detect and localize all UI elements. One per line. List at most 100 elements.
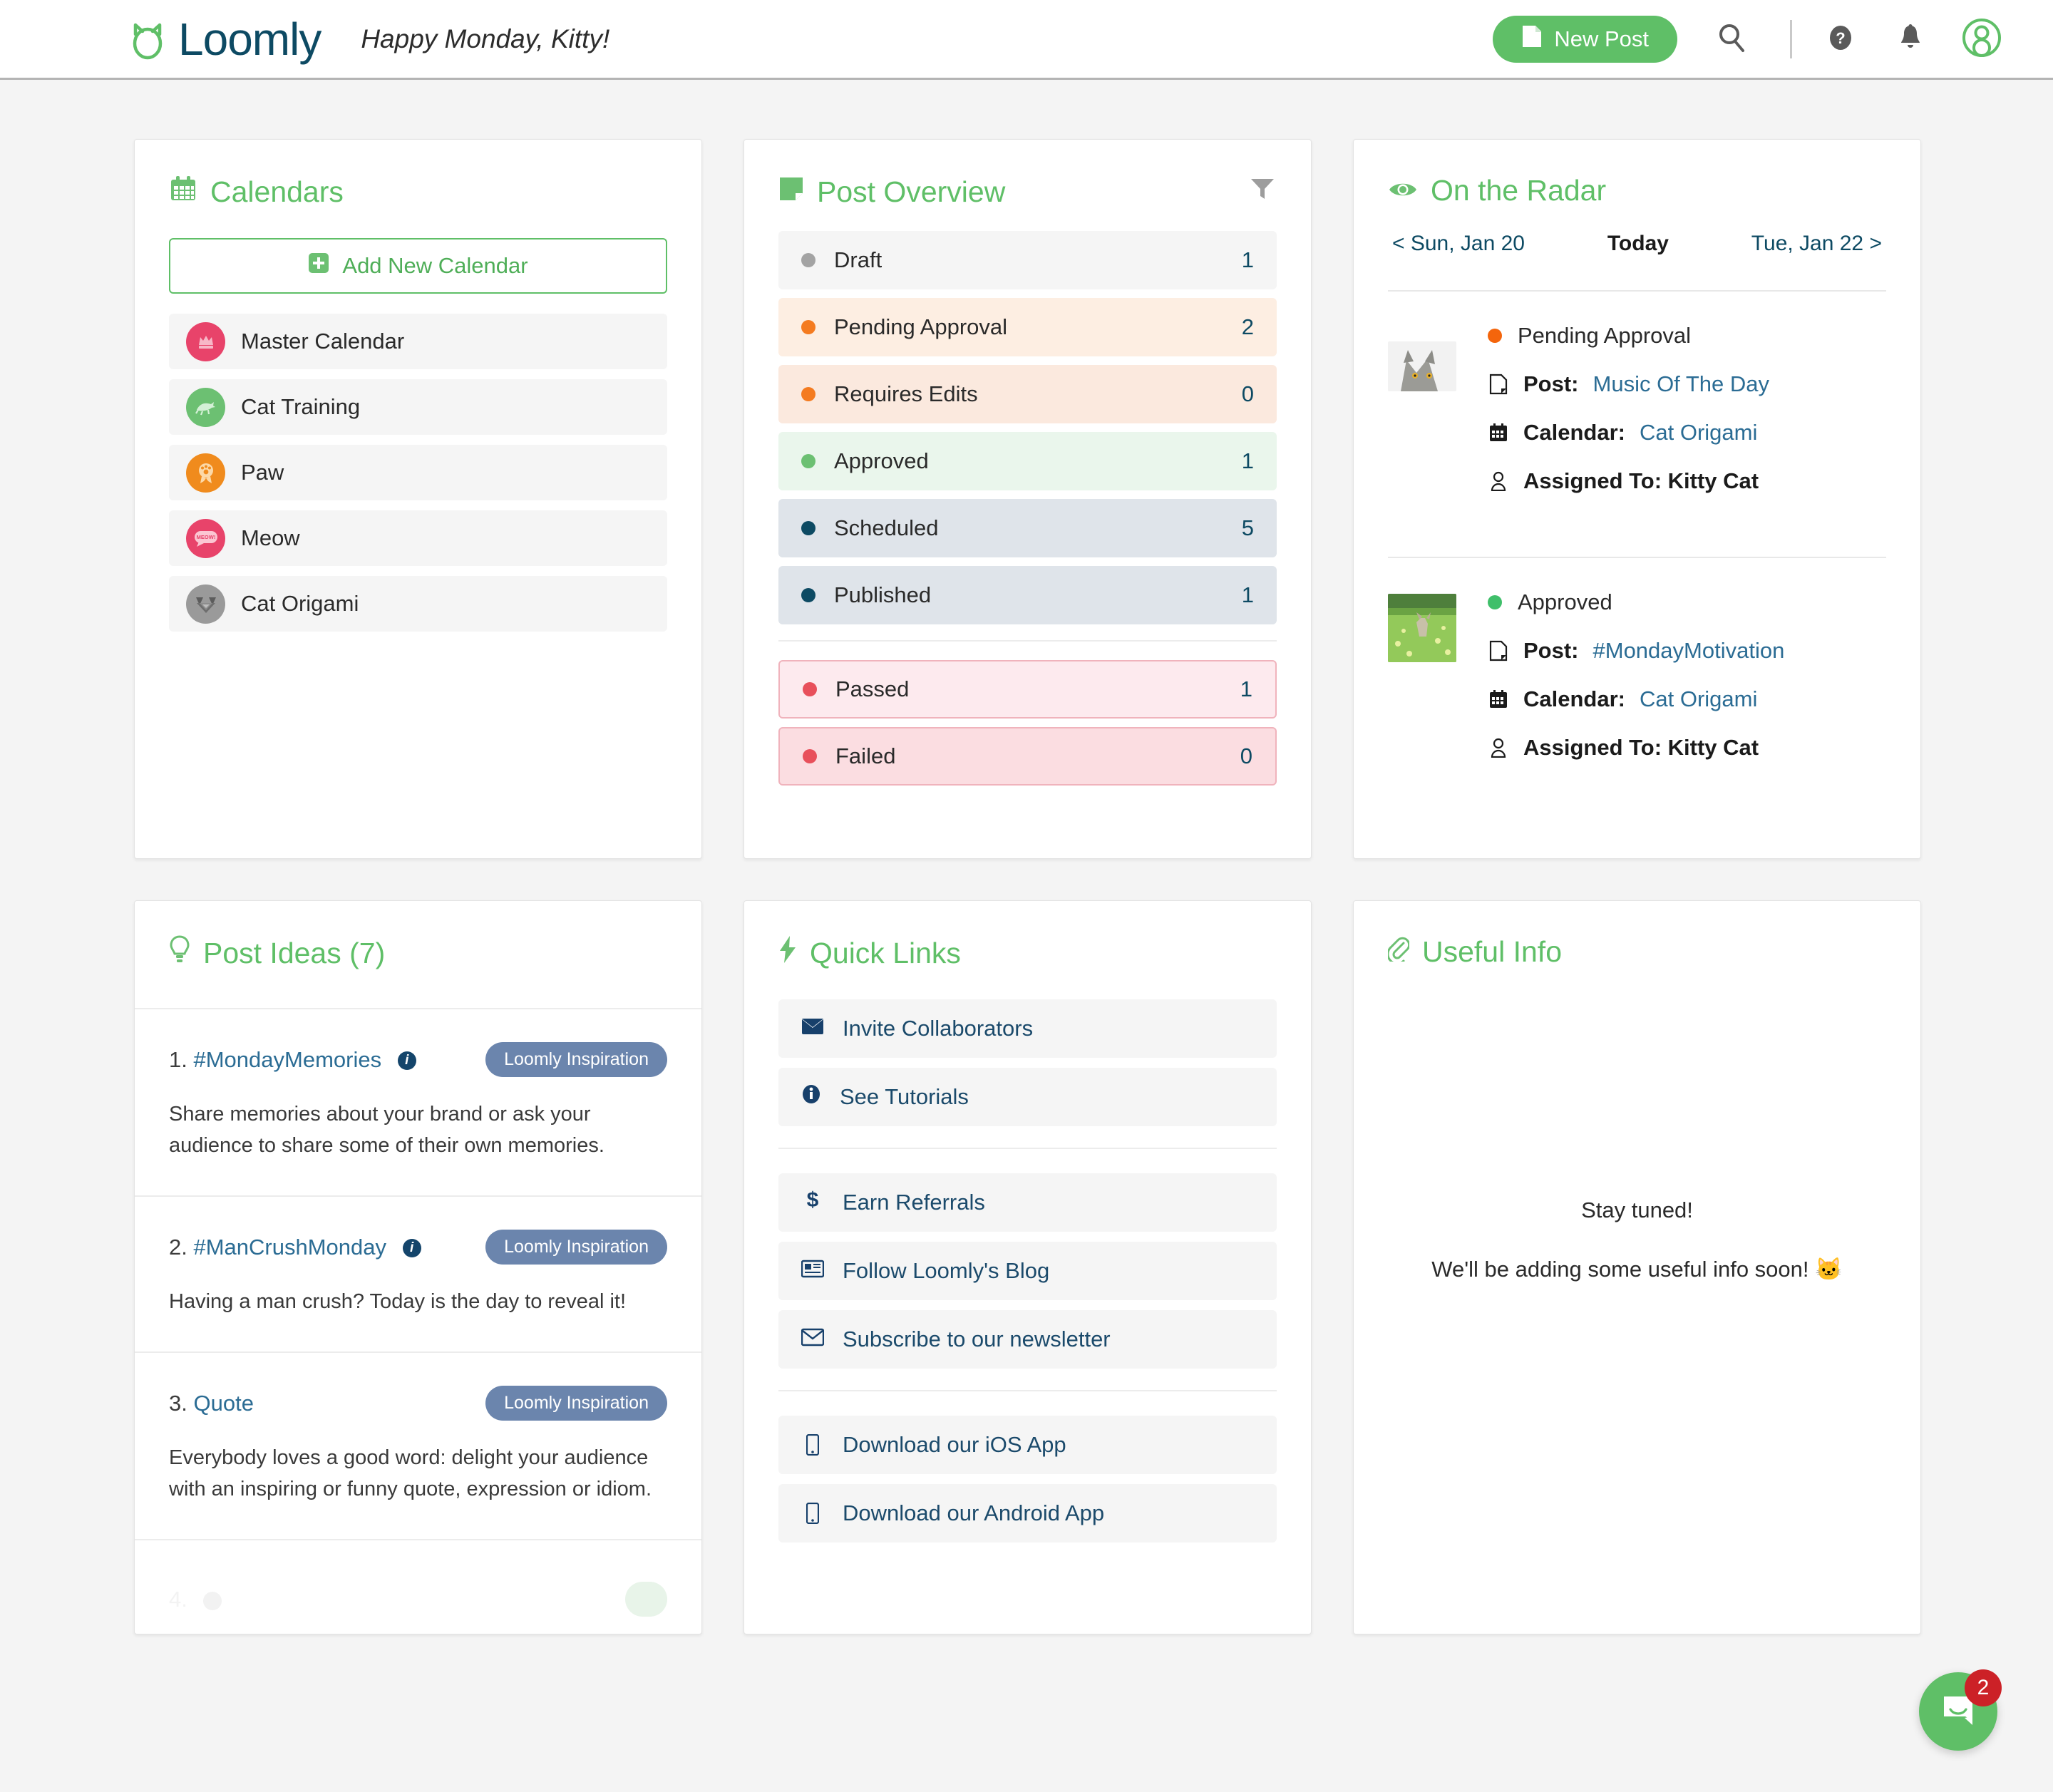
- post-overview-row[interactable]: Published 1: [778, 566, 1277, 624]
- info-icon[interactable]: i: [398, 1051, 416, 1070]
- user-icon: [1488, 471, 1509, 491]
- quick-link-see-tutorials[interactable]: See Tutorials: [778, 1068, 1277, 1126]
- bolt-icon: [778, 935, 797, 971]
- post-idea-link[interactable]: Quote: [193, 1391, 253, 1416]
- note-icon: [778, 175, 804, 209]
- status-label: Approved: [1518, 589, 1612, 615]
- calendar-name: Cat Training: [241, 394, 360, 420]
- loomly-inspiration-badge[interactable]: Loomly Inspiration: [485, 1386, 667, 1421]
- quick-links-card-title: Quick Links: [744, 901, 1311, 971]
- status-count: 5: [1242, 515, 1254, 541]
- post-overview-alert-row[interactable]: Failed 0: [778, 727, 1277, 786]
- info-icon[interactable]: i: [203, 1592, 222, 1610]
- radar-entry-assignee: Assigned To: Kitty Cat: [1488, 735, 1784, 761]
- useful-info-card-title: Useful Info: [1354, 901, 1920, 969]
- post-idea-link[interactable]: #ManCrushMonday: [193, 1235, 386, 1260]
- post-title-link[interactable]: #MondayMotivation: [1593, 638, 1785, 664]
- paperclip-icon: [1388, 935, 1409, 969]
- filter-icon[interactable]: [1248, 174, 1277, 210]
- status-dot: [801, 387, 815, 401]
- post-idea-item: 4. i: [135, 1540, 701, 1634]
- post-ideas-header: Post Ideas (7): [135, 901, 701, 1009]
- brand-logo[interactable]: Loomly: [128, 16, 321, 62]
- radar-prev-day-link[interactable]: < Sun, Jan 20: [1392, 232, 1525, 256]
- calendar-list-item[interactable]: Cat Training: [169, 379, 667, 435]
- calendars-card: Calendars Add New Calendar: [134, 139, 702, 859]
- calendar-name: Paw: [241, 460, 284, 485]
- radar-next-day-link[interactable]: Tue, Jan 22 >: [1751, 232, 1882, 256]
- status-label: Passed: [835, 676, 909, 702]
- calendar-name: Meow: [241, 525, 300, 551]
- status-label: Pending Approval: [834, 314, 1007, 340]
- envelope-outline-icon: [801, 1327, 824, 1352]
- greeting-text: Happy Monday, Kitty!: [361, 24, 609, 54]
- user-icon: [1488, 738, 1509, 758]
- post-idea-title: 4. i: [169, 1587, 222, 1612]
- calendar-list-item[interactable]: Master Calendar: [169, 314, 667, 369]
- info-icon[interactable]: i: [403, 1239, 421, 1257]
- post-overview-row[interactable]: Scheduled 5: [778, 499, 1277, 557]
- calendar-list-item[interactable]: MEOW! Meow: [169, 510, 667, 566]
- post-thumbnail-grass-photo[interactable]: [1388, 594, 1456, 662]
- post-overview-row[interactable]: Requires Edits 0: [778, 365, 1277, 423]
- quick-link-invite-collaborators[interactable]: Invite Collaborators: [778, 999, 1277, 1058]
- calendars-card-title: Calendars: [135, 140, 701, 210]
- status-dot: [803, 749, 817, 763]
- post-overview-row[interactable]: Approved 1: [778, 432, 1277, 490]
- post-overview-row[interactable]: Pending Approval 2: [778, 298, 1277, 356]
- quick-link-label: See Tutorials: [840, 1084, 969, 1110]
- help-button[interactable]: ?: [1826, 24, 1855, 54]
- lightbulb-icon: [169, 935, 190, 971]
- calendar-name-link[interactable]: Cat Origami: [1640, 686, 1757, 712]
- status-dot: [801, 454, 815, 468]
- post-overview-divider: [778, 640, 1277, 642]
- quick-link-earn-referrals[interactable]: $ Earn Referrals: [778, 1173, 1277, 1232]
- calendars-list: Master Calendar Cat Training: [169, 314, 667, 632]
- post-idea-number: 4.: [169, 1587, 187, 1612]
- post-idea-number: 2.: [169, 1235, 187, 1260]
- paw-medal-avatar-icon: [186, 453, 225, 493]
- quick-link-download-ios-app[interactable]: Download our iOS App: [778, 1416, 1277, 1474]
- new-post-button[interactable]: New Post: [1493, 16, 1677, 63]
- quick-link-download-android-app[interactable]: Download our Android App: [778, 1484, 1277, 1543]
- post-overview-card-title: Post Overview: [744, 140, 1311, 210]
- post-overview-alert-row[interactable]: Passed 1: [778, 660, 1277, 719]
- quick-link-follow-blog[interactable]: Follow Loomly's Blog: [778, 1242, 1277, 1300]
- post-thumbnail-cat-photo[interactable]: [1388, 341, 1456, 391]
- quick-link-label: Earn Referrals: [843, 1190, 985, 1215]
- status-dot: [801, 253, 815, 267]
- radar-entry-status: Approved: [1488, 589, 1784, 615]
- bell-icon: [1898, 23, 1923, 55]
- add-new-calendar-button[interactable]: Add New Calendar: [169, 238, 667, 294]
- calendar-list-item[interactable]: Paw: [169, 445, 667, 500]
- post-ideas-title-text: Post Ideas (7): [203, 937, 385, 970]
- calendar-list-item[interactable]: Cat Origami: [169, 576, 667, 632]
- calendar-name-link[interactable]: Cat Origami: [1640, 420, 1757, 446]
- notifications-button[interactable]: [1898, 23, 1923, 55]
- search-button[interactable]: [1716, 22, 1747, 56]
- post-title-link[interactable]: Music Of The Day: [1593, 371, 1770, 397]
- loomly-inspiration-badge[interactable]: Loomly Inspiration: [485, 1230, 667, 1265]
- status-count: 1: [1240, 676, 1252, 702]
- radar-today-label[interactable]: Today: [1607, 232, 1669, 256]
- post-idea-link[interactable]: #MondayMemories: [193, 1047, 381, 1072]
- account-button[interactable]: [1962, 18, 2002, 60]
- svg-text:MEOW!: MEOW!: [196, 534, 215, 540]
- quick-links-divider: [778, 1148, 1277, 1149]
- calendar-name: Cat Origami: [241, 591, 359, 617]
- quick-link-subscribe-newsletter[interactable]: Subscribe to our newsletter: [778, 1310, 1277, 1369]
- status-label: Published: [834, 582, 931, 608]
- cat-jump-avatar-icon: [186, 388, 225, 427]
- loomly-inspiration-badge[interactable]: [625, 1582, 667, 1617]
- chat-launcher-button[interactable]: [1919, 1672, 1997, 1751]
- radar-entry-assignee: Assigned To: Kitty Cat: [1488, 468, 1769, 494]
- status-label: Scheduled: [834, 515, 939, 541]
- post-idea-number: 1.: [169, 1047, 187, 1072]
- app-header: Loomly Happy Monday, Kitty! New Post: [0, 0, 2053, 80]
- assignee-text: Assigned To: Kitty Cat: [1523, 735, 1759, 761]
- status-label: Approved: [834, 448, 929, 474]
- post-overview-row[interactable]: Draft 1: [778, 231, 1277, 289]
- newspaper-icon: [801, 1258, 824, 1284]
- calendar-icon: [1488, 423, 1509, 443]
- loomly-inspiration-badge[interactable]: Loomly Inspiration: [485, 1042, 667, 1077]
